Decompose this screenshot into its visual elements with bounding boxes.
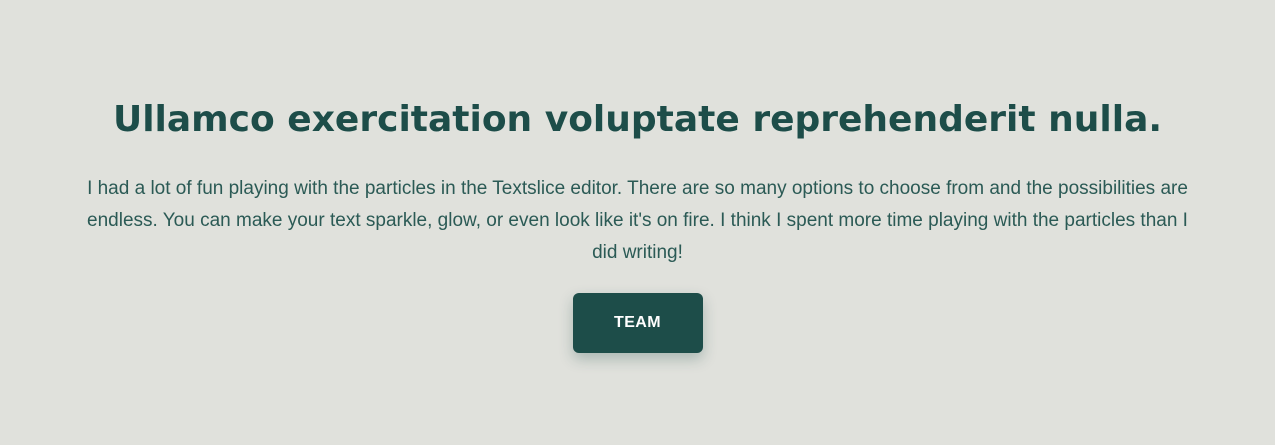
hero-title: Ullamco exercitation voluptate reprehend… xyxy=(112,99,1163,140)
hero-description: I had a lot of fun playing with the part… xyxy=(87,178,1188,263)
cta-container: TEAM xyxy=(0,293,1275,353)
team-button[interactable]: TEAM xyxy=(572,293,703,353)
hero-section: Ullamco exercitation voluptate reprehend… xyxy=(0,0,1275,445)
